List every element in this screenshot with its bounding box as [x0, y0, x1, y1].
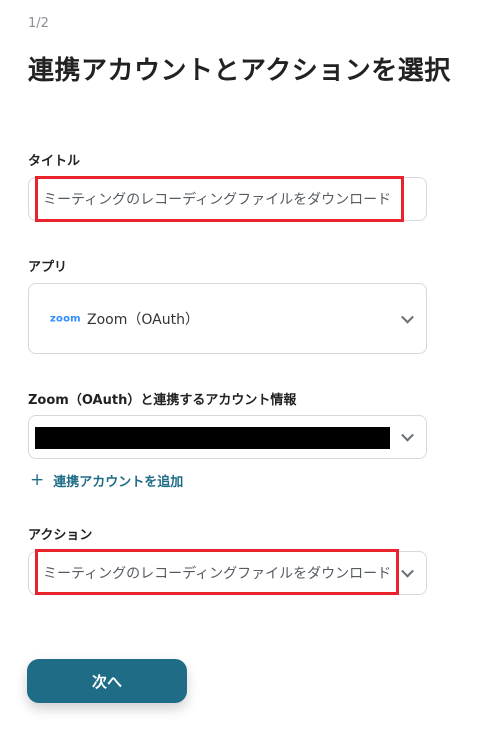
- app-select[interactable]: zoom Zoom（OAuth）: [28, 283, 427, 354]
- title-input-value: ミーティングのレコーディングファイルをダウンロード: [43, 192, 392, 208]
- app-field-label: アプリ: [28, 260, 68, 275]
- page: 1/2 連携アカウントとアクションを選択 タイトル ミーティングのレコーディング…: [0, 0, 502, 745]
- zoom-logo-icon: zoom: [50, 313, 81, 324]
- title-field-label: タイトル: [28, 154, 81, 169]
- next-button[interactable]: 次へ: [27, 659, 187, 703]
- chevron-down-icon: [401, 428, 414, 442]
- account-field-label: Zoom（OAuth）と連携するアカウント情報: [28, 393, 297, 408]
- action-select[interactable]: ミーティングのレコーディングファイルをダウンロード: [28, 551, 427, 595]
- step-indicator: 1/2: [28, 16, 49, 31]
- page-title: 連携アカウントとアクションを選択: [28, 56, 451, 86]
- chevron-down-icon: [401, 564, 414, 578]
- add-account-link[interactable]: + 連携アカウントを追加: [30, 470, 184, 491]
- app-select-value: Zoom（OAuth）: [87, 311, 199, 328]
- account-value-redacted: [35, 427, 390, 449]
- action-field-label: アクション: [28, 528, 93, 543]
- action-select-value: ミーティングのレコーディングファイルをダウンロード: [43, 566, 392, 582]
- chevron-down-icon: [401, 310, 414, 324]
- plus-icon: +: [30, 470, 45, 490]
- account-select[interactable]: [28, 415, 427, 459]
- title-input[interactable]: ミーティングのレコーディングファイルをダウンロード: [28, 177, 427, 221]
- add-account-label: 連携アカウントを追加: [53, 475, 184, 490]
